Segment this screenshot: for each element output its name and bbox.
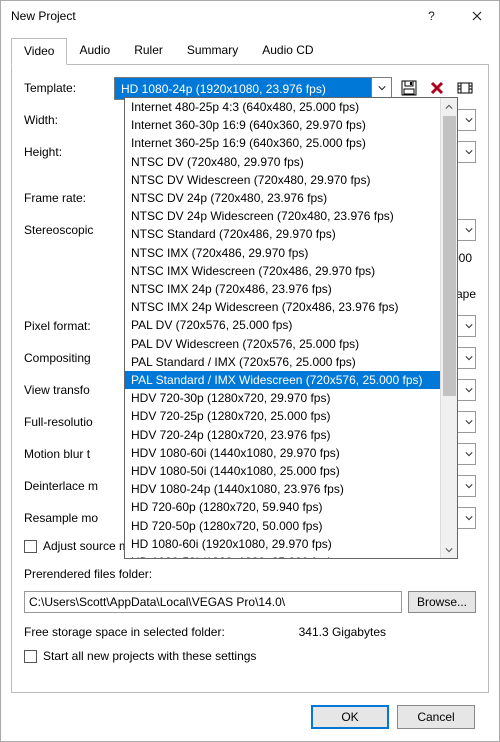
template-option[interactable]: NTSC IMX (720x486, 29.970 fps)	[125, 244, 440, 262]
motionblur-label: Motion blur t	[24, 447, 114, 461]
template-option[interactable]: NTSC IMX Widescreen (720x486, 29.970 fps…	[125, 262, 440, 280]
tab-video[interactable]: Video	[11, 38, 67, 65]
dropdown-scrollbar[interactable]	[440, 98, 457, 558]
freespace-label: Free storage space in selected folder:	[24, 625, 225, 639]
save-template-button[interactable]	[398, 77, 420, 99]
dialog-footer: OK Cancel	[11, 693, 489, 741]
template-option[interactable]: NTSC DV (720x480, 29.970 fps)	[125, 153, 440, 171]
template-option[interactable]: Internet 480-25p 4:3 (640x480, 25.000 fp…	[125, 98, 440, 116]
template-option[interactable]: HDV 720-25p (1280x720, 25.000 fps)	[125, 407, 440, 425]
template-option[interactable]: PAL Standard / IMX Widescreen (720x576, …	[125, 371, 440, 389]
delete-template-button[interactable]	[426, 77, 448, 99]
tab-ruler[interactable]: Ruler	[122, 38, 175, 65]
template-option[interactable]: NTSC DV 24p Widescreen (720x480, 23.976 …	[125, 207, 440, 225]
browse-button[interactable]: Browse...	[408, 591, 476, 613]
template-combo-arrow[interactable]	[371, 78, 391, 99]
chevron-up-icon	[445, 103, 453, 111]
chevron-down-icon	[465, 415, 473, 429]
tab-bar: Video Audio Ruler Summary Audio CD	[11, 37, 489, 65]
chevron-down-icon	[465, 223, 473, 237]
help-icon: ?	[428, 9, 435, 23]
filmstrip-icon	[457, 80, 473, 96]
template-option[interactable]: PAL DV Widescreen (720x576, 25.000 fps)	[125, 335, 440, 353]
prerendered-path-input[interactable]	[24, 591, 402, 613]
tab-audio[interactable]: Audio	[67, 38, 122, 65]
close-button[interactable]	[454, 1, 499, 31]
template-option[interactable]: NTSC DV 24p (720x480, 23.976 fps)	[125, 189, 440, 207]
template-option[interactable]: Internet 360-30p 16:9 (640x360, 29.970 f…	[125, 116, 440, 134]
template-option[interactable]: HD 1080-50i (1920x1080, 25.000 fps)	[125, 553, 440, 558]
fullres-label: Full-resolutio	[24, 415, 114, 429]
chevron-down-icon	[445, 546, 453, 554]
template-option[interactable]: NTSC IMX 24p Widescreen (720x486, 23.976…	[125, 298, 440, 316]
chevron-down-icon	[465, 447, 473, 461]
titlebar: New Project ?	[1, 1, 499, 31]
template-option[interactable]: NTSC Standard (720x486, 29.970 fps)	[125, 225, 440, 243]
chevron-down-icon	[465, 351, 473, 365]
deinterlace-label: Deinterlace m	[24, 479, 114, 493]
compositing-label: Compositing	[24, 351, 114, 365]
cancel-button[interactable]: Cancel	[397, 705, 475, 729]
framerate-label: Frame rate:	[24, 191, 114, 205]
stereoscopic-label: Stereoscopic	[24, 223, 114, 237]
delete-x-icon	[430, 81, 444, 95]
template-option[interactable]: NTSC DV Widescreen (720x480, 29.970 fps)	[125, 171, 440, 189]
freespace-value: 341.3 Gigabytes	[299, 625, 386, 639]
template-option[interactable]: HDV 1080-50i (1440x1080, 25.000 fps)	[125, 462, 440, 480]
height-label: Height:	[24, 145, 114, 159]
template-option[interactable]: PAL Standard / IMX (720x576, 25.000 fps)	[125, 353, 440, 371]
width-label: Width:	[24, 113, 114, 127]
template-option[interactable]: HDV 720-30p (1280x720, 29.970 fps)	[125, 389, 440, 407]
help-button[interactable]: ?	[409, 1, 454, 31]
chevron-down-icon	[465, 511, 473, 525]
template-option[interactable]: HD 720-50p (1280x720, 50.000 fps)	[125, 517, 440, 535]
startall-label: Start all new projects with these settin…	[43, 649, 256, 663]
window-title: New Project	[11, 9, 409, 23]
tab-summary[interactable]: Summary	[175, 38, 250, 65]
template-dropdown-list: Internet 480-25p 4:3 (640x480, 25.000 fp…	[124, 97, 458, 559]
adjust-media-checkbox[interactable]	[24, 540, 37, 553]
scroll-down-button[interactable]	[441, 541, 457, 558]
scroll-up-button[interactable]	[441, 98, 457, 115]
match-media-button[interactable]	[454, 77, 476, 99]
ok-button[interactable]: OK	[311, 705, 389, 729]
tab-audiocd[interactable]: Audio CD	[250, 38, 325, 65]
prerendered-label: Prerendered files folder:	[24, 567, 152, 581]
chevron-down-icon	[465, 113, 473, 127]
scrollbar-thumb[interactable]	[443, 116, 456, 396]
template-option[interactable]: PAL DV (720x576, 25.000 fps)	[125, 316, 440, 334]
template-option[interactable]: HD 720-60p (1280x720, 59.940 fps)	[125, 498, 440, 516]
template-option[interactable]: HD 1080-60i (1920x1080, 29.970 fps)	[125, 535, 440, 553]
close-icon	[472, 11, 482, 21]
viewtransform-label: View transfo	[24, 383, 114, 397]
video-panel: Template: HD 1080-24p (1920x1080, 23.976…	[11, 65, 489, 693]
template-option[interactable]: Internet 360-25p 16:9 (640x360, 25.000 f…	[125, 134, 440, 152]
startall-checkbox[interactable]	[24, 650, 37, 663]
template-option[interactable]: NTSC IMX 24p (720x486, 23.976 fps)	[125, 280, 440, 298]
chevron-down-icon	[378, 84, 386, 92]
new-project-dialog: New Project ? Video Audio Ruler Summary …	[0, 0, 500, 742]
template-selected-value: HD 1080-24p (1920x1080, 23.976 fps)	[115, 78, 371, 99]
template-option[interactable]: HDV 720-24p (1280x720, 23.976 fps)	[125, 426, 440, 444]
chevron-down-icon	[465, 479, 473, 493]
pixelformat-label: Pixel format:	[24, 319, 114, 333]
resample-label: Resample mo	[24, 511, 114, 525]
floppy-icon	[401, 80, 417, 96]
chevron-down-icon	[465, 319, 473, 333]
template-label: Template:	[24, 81, 114, 95]
chevron-down-icon	[465, 383, 473, 397]
chevron-down-icon	[465, 145, 473, 159]
template-option[interactable]: HDV 1080-60i (1440x1080, 29.970 fps)	[125, 444, 440, 462]
template-option[interactable]: HDV 1080-24p (1440x1080, 23.976 fps)	[125, 480, 440, 498]
